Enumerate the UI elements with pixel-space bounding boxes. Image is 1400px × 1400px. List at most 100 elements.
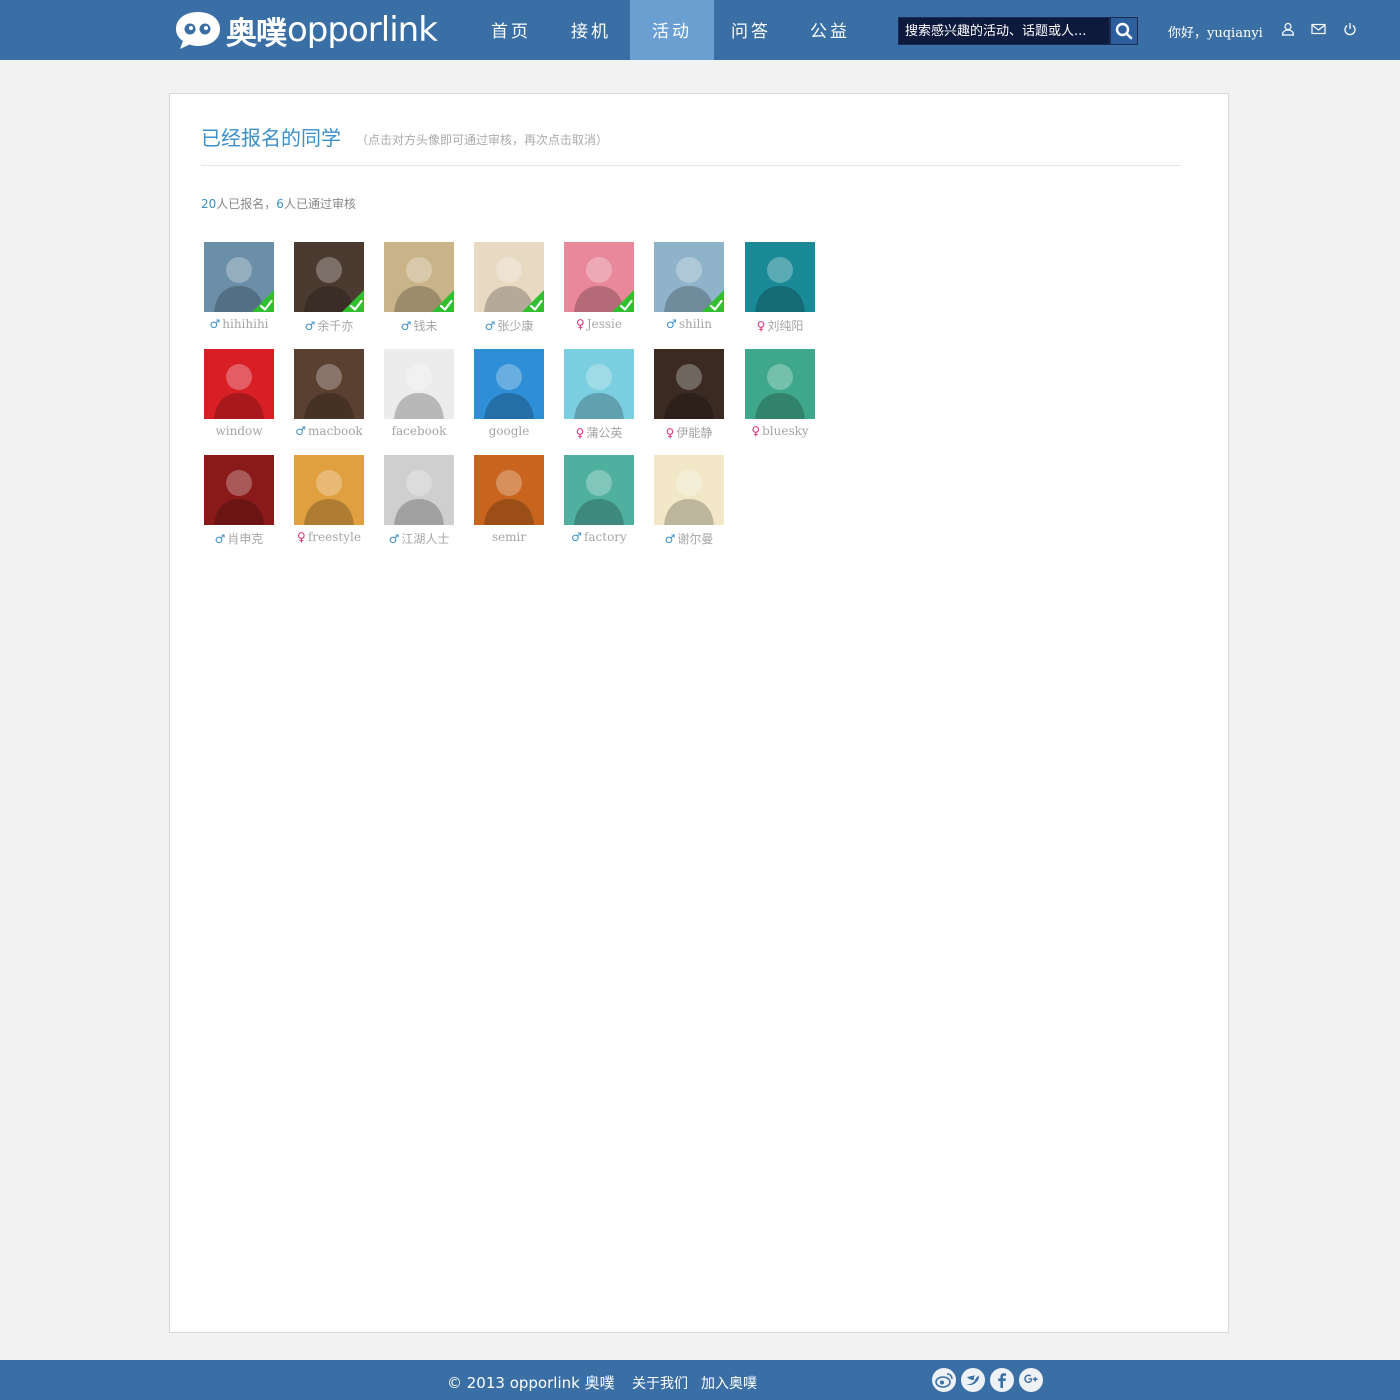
member-name-text: macbook: [308, 424, 363, 438]
nav-item-pickup[interactable]: 接机: [552, 0, 630, 60]
top-navigation-bar: 奥噗 opporlink 首页 接机 活动 问答 公益 你好，yuqianyi: [0, 0, 1400, 60]
google-plus-icon[interactable]: [1019, 1368, 1043, 1392]
male-icon: ♂: [400, 319, 412, 333]
nav-item-charity[interactable]: 公益: [788, 0, 872, 60]
male-icon: ♂: [295, 424, 307, 438]
member-card[interactable]: ♂ 钱未: [377, 242, 457, 342]
member-avatar[interactable]: [384, 455, 454, 525]
member-name: ♀ freestyle: [287, 530, 371, 544]
title-divider: [201, 165, 1181, 166]
member-card[interactable]: google: [467, 349, 547, 449]
member-card[interactable]: ♀ 伊能静: [647, 349, 727, 449]
member-name: ♀ 伊能静: [647, 424, 731, 441]
logo-chinese-text: 奥噗: [226, 15, 287, 52]
nav-item-home[interactable]: 首页: [470, 0, 552, 60]
member-avatar[interactable]: [654, 455, 724, 525]
member-avatar[interactable]: [204, 242, 274, 312]
member-avatar[interactable]: [294, 349, 364, 419]
member-avatar[interactable]: [474, 349, 544, 419]
registered-count: 20: [201, 197, 217, 211]
member-avatar[interactable]: [294, 455, 364, 525]
member-avatar[interactable]: [564, 455, 634, 525]
member-name-text: freestyle: [307, 530, 361, 544]
search-icon: [1115, 22, 1133, 40]
female-icon: ♀: [576, 317, 585, 331]
approved-check-icon: [702, 290, 724, 312]
male-icon: ♂: [571, 530, 582, 544]
user-icon[interactable]: [1281, 22, 1297, 38]
nav-item-qa[interactable]: 问答: [714, 0, 788, 60]
member-card[interactable]: ♂ 江湖人士: [377, 455, 457, 555]
female-icon: ♀: [665, 426, 675, 440]
search-box: [898, 17, 1138, 45]
member-avatar[interactable]: [384, 242, 454, 312]
member-card[interactable]: ♂ 谢尔曼: [647, 455, 727, 555]
member-avatar[interactable]: [654, 349, 724, 419]
search-input[interactable]: [898, 17, 1110, 45]
member-card[interactable]: ♀ freestyle: [287, 455, 367, 555]
member-card[interactable]: ♀ Jessie: [557, 242, 637, 342]
member-avatar[interactable]: [745, 242, 815, 312]
member-avatar[interactable]: [474, 455, 544, 525]
member-name-text: google: [488, 424, 530, 438]
member-card[interactable]: ♂ 肖申克: [197, 455, 277, 555]
member-card[interactable]: semir: [467, 455, 547, 555]
member-name-text: 蒲公英: [586, 426, 623, 440]
member-avatar[interactable]: [474, 242, 544, 312]
member-card[interactable]: ♀ bluesky: [738, 349, 818, 449]
registration-summary: 20人已报名，6人已通过审核: [201, 195, 356, 212]
member-avatar[interactable]: [294, 242, 364, 312]
member-card[interactable]: ♀ 刘纯阳: [738, 242, 818, 342]
member-name: ♂ shilin: [647, 317, 731, 331]
male-icon: ♂: [666, 317, 677, 331]
member-name: window: [197, 424, 281, 438]
member-card[interactable]: ♂ macbook: [287, 349, 367, 449]
about-us-link[interactable]: 关于我们: [632, 1373, 688, 1393]
member-name-text: 刘纯阳: [767, 319, 804, 333]
member-name: semir: [467, 530, 551, 544]
member-card[interactable]: window: [197, 349, 277, 449]
nav-item-activities[interactable]: 活动: [630, 0, 714, 60]
member-card[interactable]: ♂ hihihihi: [197, 242, 277, 342]
registered-count-label: 人已报名，: [216, 197, 277, 211]
panel-hint: （点击对方头像即可通过审核，再次点击取消）: [356, 133, 609, 147]
member-name: ♂ 肖申克: [197, 530, 281, 547]
member-avatar[interactable]: [204, 455, 274, 525]
site-logo[interactable]: 奥噗 opporlink: [174, 8, 438, 52]
member-name: ♀ 蒲公英: [557, 424, 641, 441]
member-name: ♂ 余千亦: [287, 317, 371, 334]
power-icon[interactable]: [1343, 22, 1359, 38]
member-avatar[interactable]: [654, 242, 724, 312]
search-button[interactable]: [1110, 17, 1138, 45]
member-card[interactable]: ♂ 余千亦: [287, 242, 367, 342]
member-avatar[interactable]: [204, 349, 274, 419]
member-card[interactable]: ♂ shilin: [647, 242, 727, 342]
member-name-text: bluesky: [762, 424, 809, 438]
member-card[interactable]: ♀ 蒲公英: [557, 349, 637, 449]
member-card[interactable]: ♂ 张少康: [467, 242, 547, 342]
facebook-icon[interactable]: [990, 1368, 1014, 1392]
member-name-text: 钱未: [413, 319, 438, 333]
member-card[interactable]: facebook: [377, 349, 457, 449]
member-name: ♂ factory: [557, 530, 641, 544]
member-name-text: facebook: [391, 424, 447, 438]
member-avatar[interactable]: [384, 349, 454, 419]
join-us-link[interactable]: 加入奥噗: [701, 1373, 757, 1393]
female-icon: ♀: [751, 424, 761, 438]
weibo-icon[interactable]: [932, 1368, 956, 1392]
member-name-text: Jessie: [586, 317, 622, 331]
approved-count-label: 人已通过审核: [283, 197, 356, 211]
member-name-text: semir: [491, 530, 527, 544]
male-icon: ♂: [304, 319, 316, 333]
twitter-icon[interactable]: [961, 1368, 985, 1392]
logo-bubble-icon: [174, 10, 222, 50]
member-name: ♂ 谢尔曼: [647, 530, 731, 547]
member-name-text: 肖申克: [227, 532, 264, 546]
member-avatar[interactable]: [745, 349, 815, 419]
user-greeting[interactable]: 你好，yuqianyi: [1168, 22, 1263, 41]
member-avatar[interactable]: [564, 349, 634, 419]
member-avatar[interactable]: [564, 242, 634, 312]
member-card[interactable]: ♂ factory: [557, 455, 637, 555]
mail-icon[interactable]: [1311, 22, 1327, 38]
approved-check-icon: [252, 290, 274, 312]
